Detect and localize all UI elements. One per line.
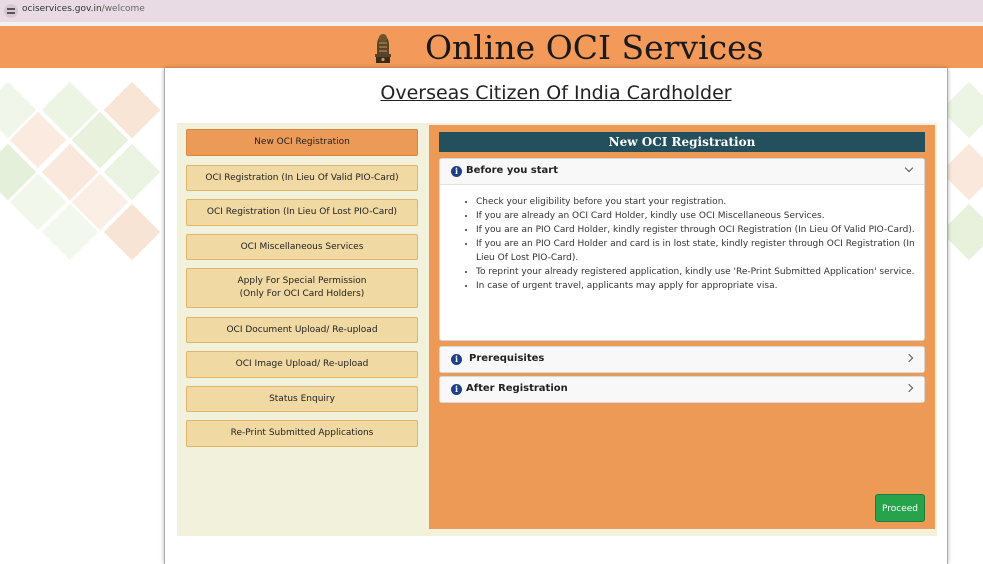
accordion-header-before-you-start[interactable]: i Before you start bbox=[440, 159, 924, 185]
accordion-title: Before you start bbox=[466, 165, 559, 176]
menu-item-special-permission-line2: (Only For OCI Card Holders) bbox=[239, 289, 365, 299]
menu-item-special-permission-line1: Apply For Special Permission bbox=[237, 276, 367, 286]
list-item: If you are an PIO Card Holder and card i… bbox=[476, 237, 924, 265]
proceed-button[interactable]: Proceed bbox=[875, 494, 925, 522]
instructions-list: Check your eligibility before you start … bbox=[440, 195, 924, 293]
menu-item-document-upload[interactable]: OCI Document Upload/ Re-upload bbox=[186, 317, 418, 343]
chevron-right-icon bbox=[904, 383, 914, 393]
browser-address-bar[interactable]: ociservices.gov.in/welcome bbox=[0, 0, 983, 22]
accordion-before-you-start: i Before you start Check your eligibilit… bbox=[439, 158, 925, 341]
main-container: Overseas Citizen Of India Cardholder New… bbox=[164, 68, 948, 564]
accordion-header-prerequisites[interactable]: i Prerequisites bbox=[440, 347, 924, 372]
background-decoration-left bbox=[0, 70, 170, 280]
menu-item-reprint-applications[interactable]: Re-Print Submitted Applications bbox=[186, 420, 418, 447]
accordion-body: Check your eligibility before you start … bbox=[440, 195, 924, 293]
site-title: Online OCI Services bbox=[425, 28, 764, 67]
list-item: In case of urgent travel, applicants may… bbox=[476, 279, 924, 293]
page-title: Overseas Citizen Of India Cardholder bbox=[380, 82, 732, 104]
menu-item-status-enquiry[interactable]: Status Enquiry bbox=[186, 386, 418, 412]
chevron-right-icon bbox=[904, 353, 914, 363]
background-decoration-right bbox=[945, 70, 983, 280]
url-path: /welcome bbox=[101, 4, 145, 14]
services-panel: New OCI Registration OCI Registration (I… bbox=[177, 123, 937, 536]
menu-item-special-permission[interactable]: Apply For Special Permission (Only For O… bbox=[186, 268, 418, 308]
list-item: Check your eligibility before you start … bbox=[476, 195, 924, 209]
accordion-header-after-registration[interactable]: i After Registration bbox=[440, 377, 924, 402]
menu-item-new-oci-registration[interactable]: New OCI Registration bbox=[186, 129, 418, 156]
content-title: New OCI Registration bbox=[439, 132, 925, 152]
info-icon: i bbox=[451, 354, 462, 365]
list-item: If you are an PIO Card Holder, kindly re… bbox=[476, 223, 924, 237]
url-domain: ociservices.gov.in bbox=[22, 4, 102, 14]
menu-item-oci-miscellaneous-services[interactable]: OCI Miscellaneous Services bbox=[186, 234, 418, 260]
info-icon: i bbox=[451, 384, 462, 395]
menu-item-oci-registration-valid-pio[interactable]: OCI Registration (In Lieu Of Valid PIO-C… bbox=[186, 165, 418, 191]
accordion-after-registration[interactable]: i After Registration bbox=[439, 376, 925, 403]
menu-item-oci-registration-lost-pio[interactable]: OCI Registration (In Lieu Of Lost PIO-Ca… bbox=[186, 199, 418, 226]
list-item: If you are already an OCI Card Holder, k… bbox=[476, 209, 924, 223]
accordion-prerequisites[interactable]: i Prerequisites bbox=[439, 346, 925, 373]
accordion-title: After Registration bbox=[466, 383, 568, 394]
url-text[interactable]: ociservices.gov.in/welcome bbox=[22, 4, 145, 14]
national-emblem-icon bbox=[375, 34, 391, 63]
list-item: To reprint your already registered appli… bbox=[476, 265, 924, 279]
info-icon: i bbox=[451, 166, 462, 177]
chevron-down-icon bbox=[904, 163, 914, 173]
menu-item-image-upload[interactable]: OCI Image Upload/ Re-upload bbox=[186, 351, 418, 378]
site-settings-icon[interactable] bbox=[4, 4, 18, 18]
accordion-title: Prerequisites bbox=[469, 353, 545, 364]
site-header: Online OCI Services bbox=[0, 26, 983, 68]
content-area: New OCI Registration i Before you start … bbox=[429, 125, 935, 529]
